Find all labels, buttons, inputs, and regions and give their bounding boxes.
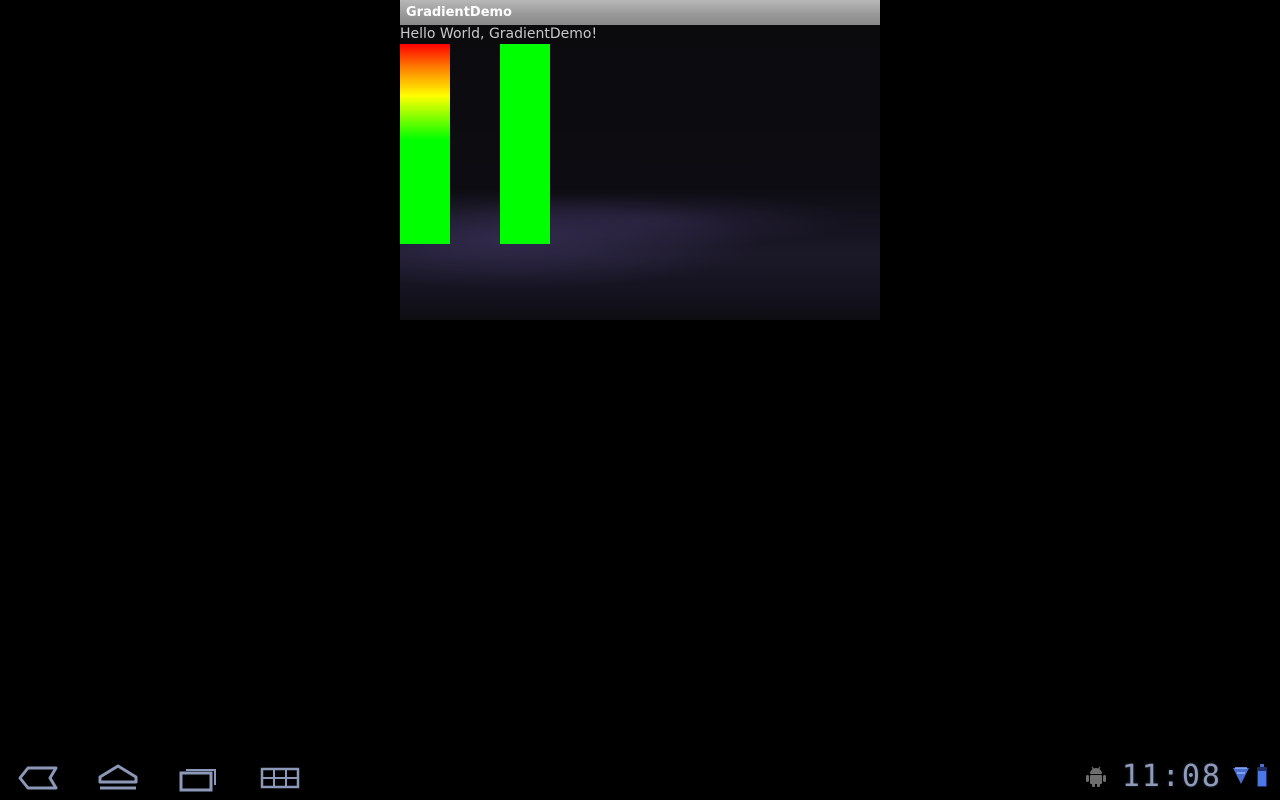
home-button[interactable] — [94, 760, 142, 796]
device-screen: GradientDemo Hello World, GradientDemo! — [0, 0, 1280, 800]
battery-icon — [1256, 763, 1268, 789]
status-area[interactable]: 11:08 — [1084, 752, 1280, 800]
home-icon — [98, 764, 138, 790]
back-button[interactable] — [14, 760, 62, 796]
solid-green-bar — [500, 44, 550, 244]
recent-apps-icon — [179, 769, 216, 792]
gradient-bar — [400, 44, 450, 244]
content-area: Hello World, GradientDemo! — [400, 25, 880, 320]
window-title: GradientDemo — [406, 5, 512, 20]
app-window: GradientDemo Hello World, GradientDemo! — [400, 0, 880, 320]
menu-button[interactable] — [256, 760, 304, 796]
hello-text: Hello World, GradientDemo! — [400, 26, 598, 42]
menu-icon — [260, 767, 300, 789]
title-bar: GradientDemo — [400, 0, 880, 25]
recent-apps-button[interactable] — [174, 760, 222, 796]
clock: 11:08 — [1121, 758, 1222, 794]
wifi-icon — [1232, 764, 1250, 788]
back-icon — [18, 766, 58, 790]
system-bar: 11:08 — [0, 752, 1280, 800]
android-debug-icon — [1084, 764, 1108, 788]
